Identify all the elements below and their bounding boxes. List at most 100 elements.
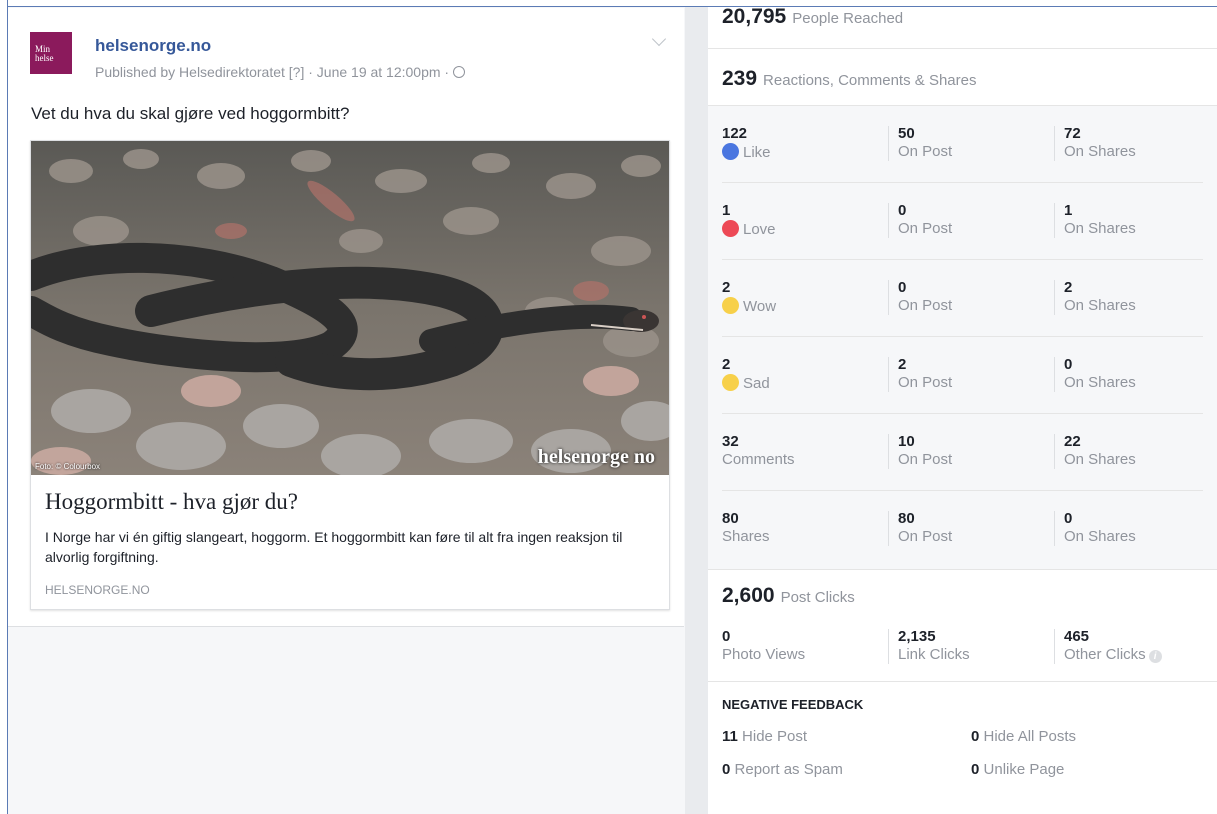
shares-on-shares-value: 0 bbox=[1064, 510, 1073, 527]
globe-icon bbox=[453, 66, 466, 78]
on-shares-label: On Shares bbox=[1064, 374, 1136, 391]
reach-label: People Reached bbox=[792, 10, 904, 27]
shares-label: Shares bbox=[722, 528, 770, 545]
unlike-page-value: 0 bbox=[971, 761, 980, 778]
negative-feedback-title: NEGATIVE FEEDBACK bbox=[722, 697, 864, 712]
like-label: Like bbox=[743, 144, 771, 161]
report-spam-label: Report as Spam bbox=[734, 761, 843, 778]
post-image[interactable]: helsenorge no Foto: © Colourbox bbox=[31, 141, 669, 475]
engagement-label: Reactions, Comments & Shares bbox=[763, 72, 977, 89]
comments-on-shares-value: 22 bbox=[1064, 433, 1081, 450]
on-shares-label: On Shares bbox=[1064, 143, 1136, 160]
window-left-border bbox=[0, 0, 8, 814]
publisher-line: Published by Helsedirektoratet [?] · Jun… bbox=[95, 64, 466, 80]
on-post-label: On Post bbox=[898, 374, 953, 391]
love-row: 1 Love 0 On Post 1 On Shares bbox=[708, 183, 1217, 260]
wow-total: 2 Wow bbox=[722, 280, 776, 316]
link-clicks: 2,135 Link Clicks bbox=[888, 629, 970, 664]
publisher-text: Published by Helsedirektoratet [?] · Jun… bbox=[95, 64, 450, 80]
card-title[interactable]: Hoggormbitt - hva gjør du? bbox=[45, 489, 298, 515]
like-row: 122 Like 50 On Post 72 On Shares bbox=[708, 106, 1217, 183]
like-on-shares: 72 On Shares bbox=[1054, 126, 1136, 161]
page-name-link[interactable]: helsenorge.no bbox=[95, 36, 211, 56]
link-preview-card[interactable]: helsenorge no Foto: © Colourbox Hoggormb… bbox=[30, 140, 670, 610]
window-top-border bbox=[0, 0, 1217, 7]
shares-on-post: 80 On Post bbox=[888, 511, 952, 546]
post-clicks-label: Post Clicks bbox=[780, 589, 855, 606]
love-on-post-value: 0 bbox=[898, 202, 907, 219]
hide-all-value: 0 bbox=[971, 728, 980, 745]
sad-icon bbox=[722, 374, 739, 391]
wow-label: Wow bbox=[743, 298, 777, 315]
sad-on-shares: 0 On Shares bbox=[1054, 357, 1136, 392]
wow-on-post: 0 On Post bbox=[888, 280, 952, 315]
comments-row: 32 Comments 10 On Post 22 On Shares bbox=[708, 414, 1217, 491]
hide-post-value: 11 bbox=[722, 728, 738, 745]
wow-on-post-value: 0 bbox=[898, 279, 907, 296]
engagement-breakdown: 122 Like 50 On Post 72 On Shares 1 Love 0 On … bbox=[708, 106, 1217, 570]
info-icon[interactable]: i bbox=[1148, 650, 1162, 663]
other-clicks-label: Other Clicks bbox=[1064, 646, 1146, 663]
unlike-page-label: Unlike Page bbox=[983, 761, 1065, 778]
sad-row: 2 Sad 2 On Post 0 On Shares bbox=[708, 337, 1217, 414]
engagement-value: 239 bbox=[722, 67, 758, 90]
wow-row: 2 Wow 0 On Post 2 On Shares bbox=[708, 260, 1217, 337]
shares-row: 80 Shares 80 On Post 0 On Shares bbox=[708, 491, 1217, 568]
comments-on-post: 10 On Post bbox=[888, 434, 952, 469]
love-label: Love bbox=[743, 221, 776, 238]
love-on-post: 0 On Post bbox=[888, 203, 952, 238]
shares-on-post-value: 80 bbox=[898, 510, 915, 527]
wow-on-shares-value: 2 bbox=[1064, 279, 1073, 296]
post-clicks-value: 2,600 bbox=[722, 584, 775, 607]
sad-total-value: 2 bbox=[722, 356, 731, 373]
other-clicks: 465 Other Clicks i bbox=[1054, 629, 1162, 664]
love-total-value: 1 bbox=[722, 202, 731, 219]
wow-total-value: 2 bbox=[722, 279, 731, 296]
sad-on-post: 2 On Post bbox=[888, 357, 952, 392]
unlike-page-stat: 0 Unlike Page bbox=[971, 761, 1064, 778]
sad-label: Sad bbox=[743, 375, 770, 392]
page-avatar[interactable]: Min helse bbox=[30, 32, 72, 74]
insights-panel: 20,795 People Reached 239 Reactions, Comme… bbox=[708, 5, 1217, 814]
comments-on-shares: 22 On Shares bbox=[1054, 434, 1136, 469]
comments-total: 32 Comments bbox=[722, 434, 795, 469]
love-on-shares: 1 On Shares bbox=[1054, 203, 1136, 238]
like-on-post: 50 On Post bbox=[888, 126, 952, 161]
photo-views-label: Photo Views bbox=[722, 646, 806, 663]
comments-label: Comments bbox=[722, 451, 795, 468]
image-credit: Foto: © Colourbox bbox=[35, 462, 101, 471]
like-total-value: 122 bbox=[722, 125, 748, 142]
wow-on-shares: 2 On Shares bbox=[1054, 280, 1136, 315]
on-post-label: On Post bbox=[898, 297, 953, 314]
love-icon bbox=[722, 220, 739, 237]
on-post-label: On Post bbox=[898, 220, 953, 237]
on-post-label: On Post bbox=[898, 451, 953, 468]
avatar-text: helse bbox=[35, 53, 54, 63]
on-shares-label: On Shares bbox=[1064, 451, 1136, 468]
hide-all-label: Hide All Posts bbox=[983, 728, 1077, 745]
comments-total-value: 32 bbox=[722, 433, 739, 450]
like-on-post-value: 50 bbox=[898, 125, 915, 142]
like-icon bbox=[722, 143, 739, 160]
on-shares-label: On Shares bbox=[1064, 220, 1136, 237]
link-clicks-label: Link Clicks bbox=[898, 646, 970, 663]
post-card: Min helse helsenorge.no Published by Hel… bbox=[8, 8, 684, 627]
hide-post-label: Hide Post bbox=[742, 728, 808, 745]
card-domain: HELSENORGE.NO bbox=[45, 583, 150, 597]
image-watermark: helsenorge no bbox=[537, 446, 655, 468]
comments-on-post-value: 10 bbox=[898, 433, 915, 450]
shares-total-value: 80 bbox=[722, 510, 739, 527]
chevron-down-icon[interactable] bbox=[651, 31, 667, 47]
sad-total: 2 Sad bbox=[722, 357, 770, 393]
other-clicks-value: 465 bbox=[1064, 628, 1090, 645]
photo-views: 0 Photo Views bbox=[722, 629, 805, 664]
on-shares-label: On Shares bbox=[1064, 297, 1136, 314]
photo-views-value: 0 bbox=[722, 628, 731, 645]
post-message: Vet du hva du skal gjøre ved hoggormbitt… bbox=[31, 104, 350, 123]
reach-row: 20,795 People Reached bbox=[708, 5, 1217, 49]
shares-on-shares: 0 On Shares bbox=[1054, 511, 1136, 546]
wow-icon bbox=[722, 297, 739, 314]
link-clicks-value: 2,135 bbox=[898, 628, 936, 645]
sad-on-shares-value: 0 bbox=[1064, 356, 1073, 373]
snake-photo bbox=[31, 141, 669, 475]
